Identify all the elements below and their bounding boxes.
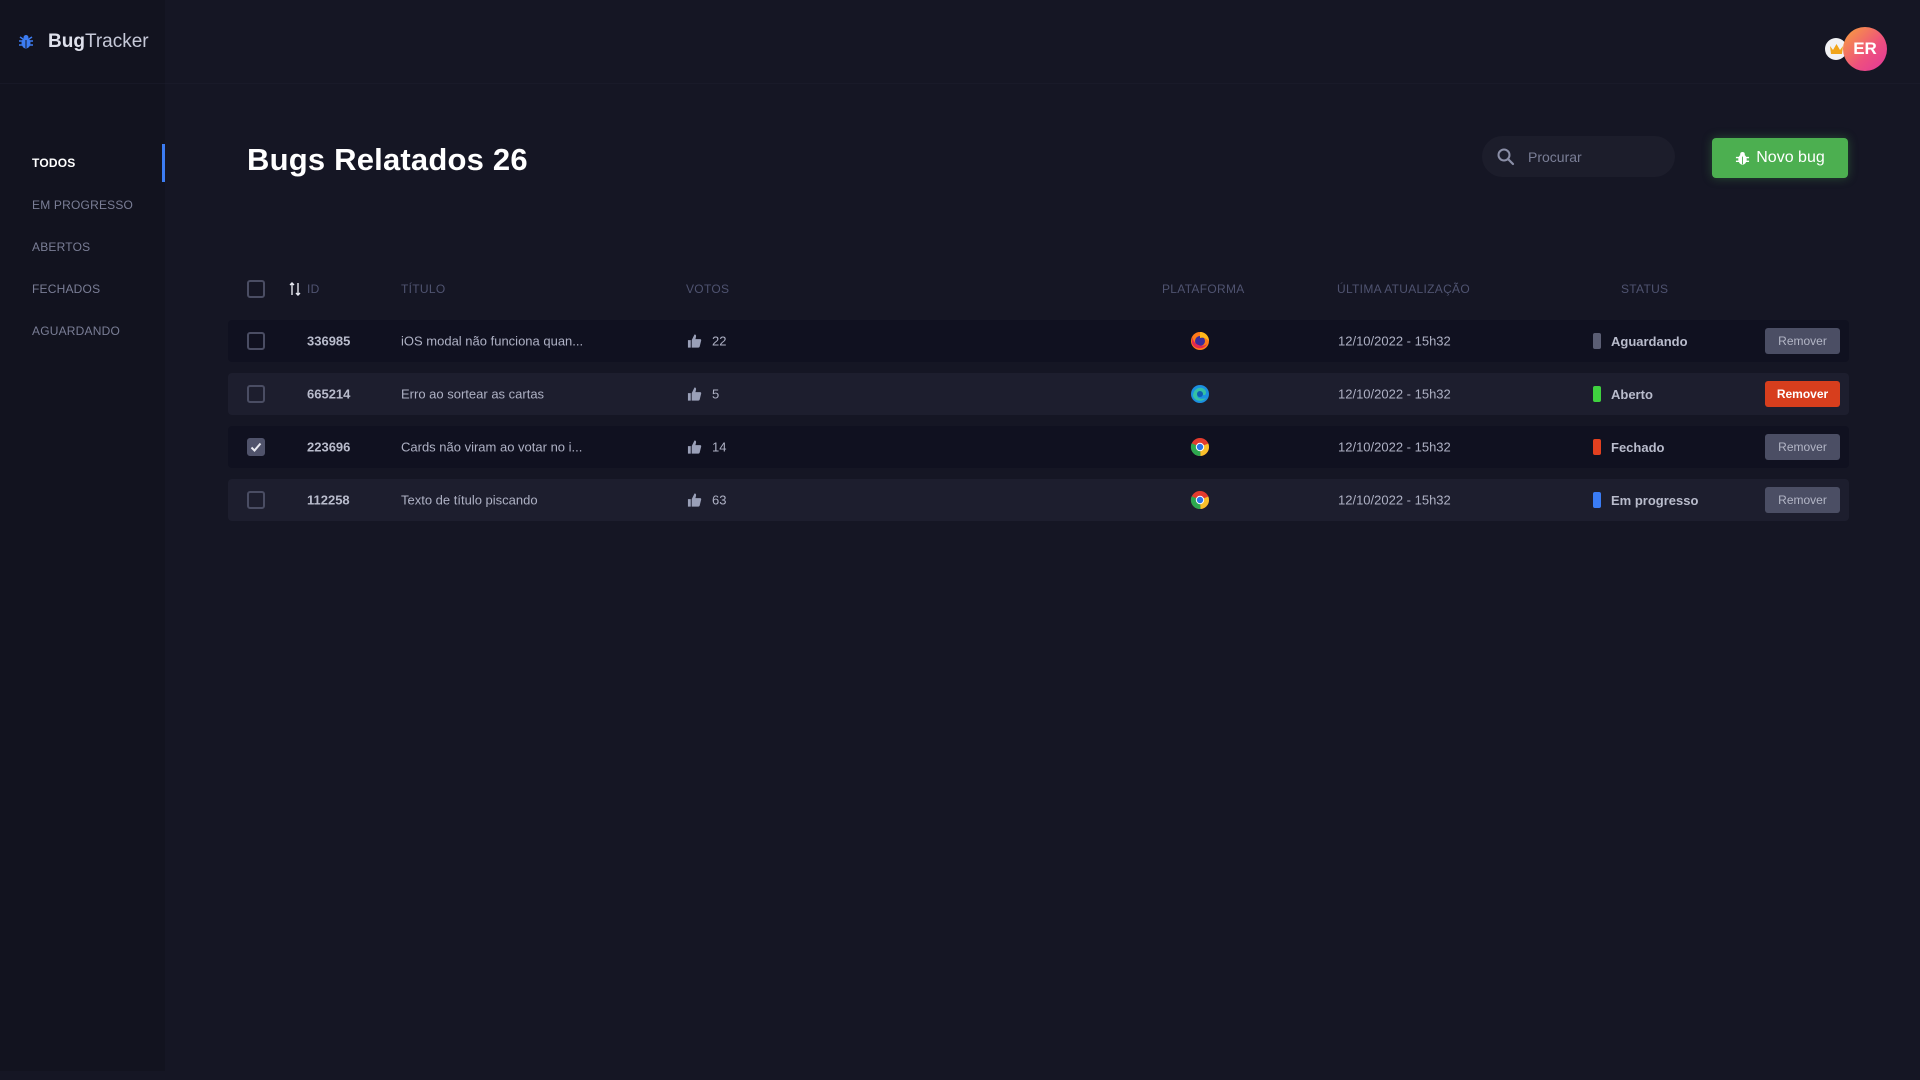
status-label: Aberto — [1611, 386, 1653, 402]
search-box[interactable] — [1482, 136, 1675, 177]
table-row[interactable]: 665214 Erro ao sortear as cartas 5 12/10… — [228, 373, 1849, 415]
remove-button[interactable]: Remover — [1765, 328, 1840, 354]
thumbs-up-icon — [687, 440, 702, 454]
search-input[interactable] — [1528, 148, 1658, 165]
topbar: ER — [165, 0, 1920, 84]
votes[interactable]: 5 — [687, 387, 719, 402]
column-votes: VOTOS — [686, 282, 730, 296]
bug-title[interactable]: Cards não viram ao votar no i... — [401, 440, 582, 455]
row-checkbox[interactable] — [247, 332, 265, 350]
brand-name: BugTracker — [48, 30, 149, 52]
vote-count: 5 — [712, 386, 720, 402]
bug-id: 112258 — [307, 492, 350, 508]
row-checkbox[interactable] — [247, 491, 265, 509]
status-label: Fechado — [1611, 439, 1665, 455]
bug-title[interactable]: Texto de título piscando — [401, 493, 538, 508]
column-status: STATUS — [1621, 282, 1669, 296]
column-title: TÍTULO — [401, 282, 446, 296]
status-badge: Aguardando — [1593, 333, 1688, 349]
search-icon — [1497, 148, 1515, 165]
nav-item-todos[interactable]: TODOS — [0, 142, 165, 184]
status-indicator — [1593, 386, 1601, 402]
vote-count: 63 — [712, 492, 727, 508]
new-bug-button[interactable]: Novo bug — [1712, 138, 1848, 178]
last-updated: 12/10/2022 - 15h32 — [1338, 439, 1451, 455]
chrome-icon — [1190, 437, 1210, 457]
status-indicator — [1593, 492, 1601, 508]
bug-id: 665214 — [307, 386, 351, 402]
table-row[interactable]: 223696 Cards não viram ao votar no i... … — [228, 426, 1849, 468]
status-badge: Fechado — [1593, 439, 1664, 455]
row-checkbox[interactable] — [247, 438, 265, 456]
vote-count: 14 — [712, 439, 727, 455]
edge-icon — [1190, 384, 1210, 404]
thumbs-up-icon — [687, 493, 702, 507]
bug-id: 336985 — [307, 333, 351, 349]
last-updated: 12/10/2022 - 15h32 — [1338, 386, 1451, 402]
check-icon — [250, 442, 262, 452]
column-id: ID — [307, 282, 320, 296]
new-bug-label: Novo bug — [1756, 149, 1825, 166]
votes[interactable]: 22 — [687, 334, 726, 349]
status-indicator — [1593, 333, 1601, 349]
status-label: Aguardando — [1611, 333, 1688, 349]
bug-table: ID TÍTULO VOTOS PLATAFORMA ÚLTIMA ATUALI… — [228, 268, 1849, 532]
status-label: Em progresso — [1611, 492, 1699, 508]
page-title: Bugs Relatados 26 — [247, 142, 528, 177]
bug-title[interactable]: iOS modal não funciona quan... — [401, 334, 583, 349]
nav-item-fechados[interactable]: FECHADOS — [0, 268, 165, 310]
table-row[interactable]: 336985 iOS modal não funciona quan... 22… — [228, 320, 1849, 362]
sidebar: BugTracker TODOS EM PROGRESSO ABERTOS FE… — [0, 0, 165, 1071]
select-all-checkbox[interactable] — [247, 280, 265, 298]
remove-button[interactable]: Remover — [1765, 381, 1840, 407]
sort-by-id[interactable]: ID — [289, 282, 320, 296]
remove-button[interactable]: Remover — [1765, 434, 1840, 460]
votes[interactable]: 14 — [687, 440, 726, 455]
bug-icon — [19, 34, 33, 48]
column-platform: PLATAFORMA — [1162, 282, 1245, 296]
status-indicator — [1593, 439, 1601, 455]
table-header: ID TÍTULO VOTOS PLATAFORMA ÚLTIMA ATUALI… — [228, 268, 1849, 310]
thumbs-up-icon — [687, 334, 702, 348]
last-updated: 12/10/2022 - 15h32 — [1338, 333, 1451, 349]
status-badge: Em progresso — [1593, 492, 1698, 508]
user-menu[interactable]: ER — [1825, 27, 1887, 71]
table-row[interactable]: 112258 Texto de título piscando 63 12/10… — [228, 479, 1849, 521]
nav-item-abertos[interactable]: ABERTOS — [0, 226, 165, 268]
chrome-icon — [1190, 490, 1210, 510]
bug-title[interactable]: Erro ao sortear as cartas — [401, 387, 544, 402]
row-checkbox[interactable] — [247, 385, 265, 403]
nav-item-aguardando[interactable]: AGUARDANDO — [0, 310, 165, 352]
status-filter-nav: TODOS EM PROGRESSO ABERTOS FECHADOS AGUA… — [0, 142, 165, 352]
brand[interactable]: BugTracker — [0, 0, 165, 84]
thumbs-up-icon — [687, 387, 702, 401]
column-updated: ÚLTIMA ATUALIZAÇÃO — [1337, 282, 1470, 296]
bug-id: 223696 — [307, 439, 351, 455]
status-badge: Aberto — [1593, 386, 1653, 402]
votes[interactable]: 63 — [687, 493, 726, 508]
remove-button[interactable]: Remover — [1765, 487, 1840, 513]
last-updated: 12/10/2022 - 15h32 — [1338, 492, 1451, 508]
nav-item-em-progresso[interactable]: EM PROGRESSO — [0, 184, 165, 226]
avatar[interactable]: ER — [1843, 27, 1887, 71]
sort-icon — [289, 282, 301, 296]
firefox-icon — [1190, 331, 1210, 351]
vote-count: 22 — [712, 333, 727, 349]
bug-icon — [1736, 151, 1750, 165]
